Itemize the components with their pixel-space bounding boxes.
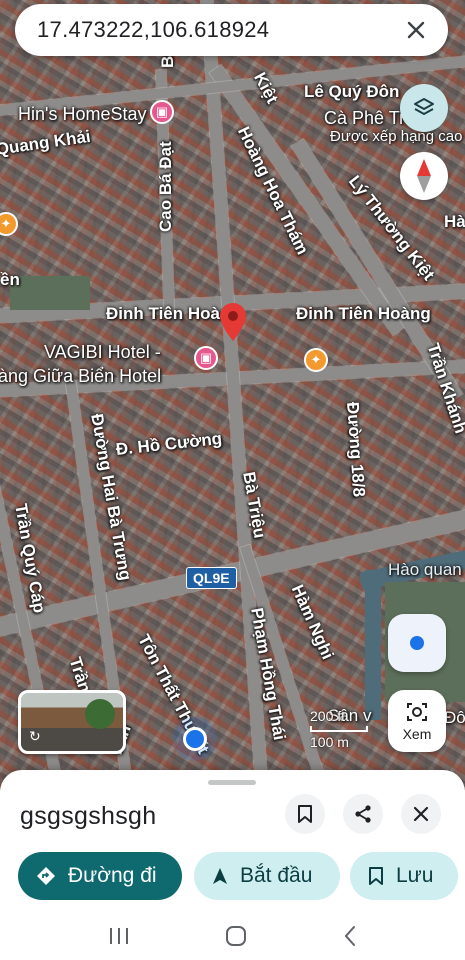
route-badge: QL9E (186, 567, 237, 589)
search-query[interactable]: 17.473222,106.618924 (37, 17, 400, 43)
hotel-icon[interactable]: ▣ (150, 100, 174, 124)
street-label: Đ. Hồ Cường (114, 428, 223, 459)
street-view-thumbnail[interactable]: ↻ (18, 690, 126, 754)
directions-label: Đường đi (68, 864, 157, 887)
street-label: Hào quan (388, 560, 462, 579)
thumbnail-tree (85, 699, 115, 729)
hotel-icon[interactable]: ▣ (194, 346, 218, 370)
rotate-360-icon: ↻ (29, 728, 41, 744)
street-label: Hà (444, 212, 465, 231)
share-icon (355, 805, 371, 823)
moat-water (365, 570, 381, 720)
close-search-button[interactable] (400, 14, 432, 46)
close-icon (407, 21, 425, 39)
map-view[interactable]: Lê Quý Đôn Kiệt Bà Hoàng Hoa Thám Lý Thư… (0, 0, 465, 790)
bookmark-button[interactable] (285, 794, 325, 834)
search-bar[interactable]: 17.473222,106.618924 (15, 4, 448, 56)
street-view-label: Xem (402, 726, 432, 742)
scale-bar (310, 726, 368, 732)
street-label: Lê Quý Đôn (304, 82, 400, 101)
compass-icon (417, 159, 431, 193)
place-bottom-sheet[interactable]: gsgsgshsgh Đường đi Bắt đầu Lưu (0, 770, 465, 960)
close-sheet-button[interactable] (401, 794, 441, 834)
save-label: Lưu (396, 864, 434, 887)
street-label: Hàm Nghi (287, 581, 338, 663)
poi-label-vagibi-hotel[interactable]: VAGIBI Hotel - (44, 342, 161, 363)
scale-feet: 200 ft (310, 708, 346, 724)
poi-cafe-rating: Được xếp hạng cao n (330, 128, 465, 145)
home-icon[interactable] (225, 925, 247, 947)
back-icon[interactable] (342, 925, 358, 947)
recent-apps-icon[interactable] (108, 926, 130, 946)
directions-icon (37, 867, 55, 885)
restaurant-icon[interactable]: ✦ (0, 212, 18, 236)
bookmark-icon (298, 805, 312, 823)
directions-button[interactable]: Đường đi (18, 852, 182, 900)
save-button[interactable]: Lưu (350, 852, 458, 900)
street-view-button[interactable]: Xem (388, 690, 446, 752)
drag-handle[interactable] (208, 780, 256, 785)
map-scale: 200 ft 100 m (310, 708, 368, 750)
place-title: gsgsgshsgh (20, 802, 157, 830)
street-label: Đường 18/8 (343, 401, 369, 498)
street-label: Kiệt (250, 69, 282, 107)
navigation-arrow-icon (213, 868, 227, 884)
scale-meters: 100 m (310, 734, 349, 750)
camera-scan-icon (407, 703, 427, 721)
system-nav-bar (0, 912, 465, 960)
poi-cafe-name: Cà Phê Tr (324, 108, 406, 128)
street-label: Đinh Tiên Hoàng (296, 304, 431, 323)
poi-label-hins-homestay[interactable]: Hin's HomeStay (18, 104, 146, 125)
close-icon (413, 806, 429, 822)
start-label: Bắt đầu (240, 864, 313, 887)
start-button[interactable]: Bắt đầu (194, 852, 340, 900)
street-label: ền (0, 270, 20, 289)
layers-button[interactable] (400, 84, 448, 132)
my-location-icon (410, 636, 424, 650)
restaurant-icon[interactable]: ✦ (304, 348, 328, 372)
location-pin-icon[interactable] (220, 303, 246, 341)
square (10, 276, 90, 310)
my-location-button[interactable] (388, 614, 446, 672)
street-label: Đôn (444, 708, 465, 727)
share-button[interactable] (343, 794, 383, 834)
bookmark-icon (369, 867, 383, 885)
street-label: Cao Bá Đạt (156, 141, 175, 232)
poi-label-hang-giua-bien[interactable]: àng Giữa Biển Hotel (0, 366, 161, 387)
layers-icon (414, 98, 434, 115)
current-location-dot (183, 727, 207, 751)
compass-button[interactable] (400, 152, 448, 200)
street-label: Quang Khải (0, 126, 92, 159)
